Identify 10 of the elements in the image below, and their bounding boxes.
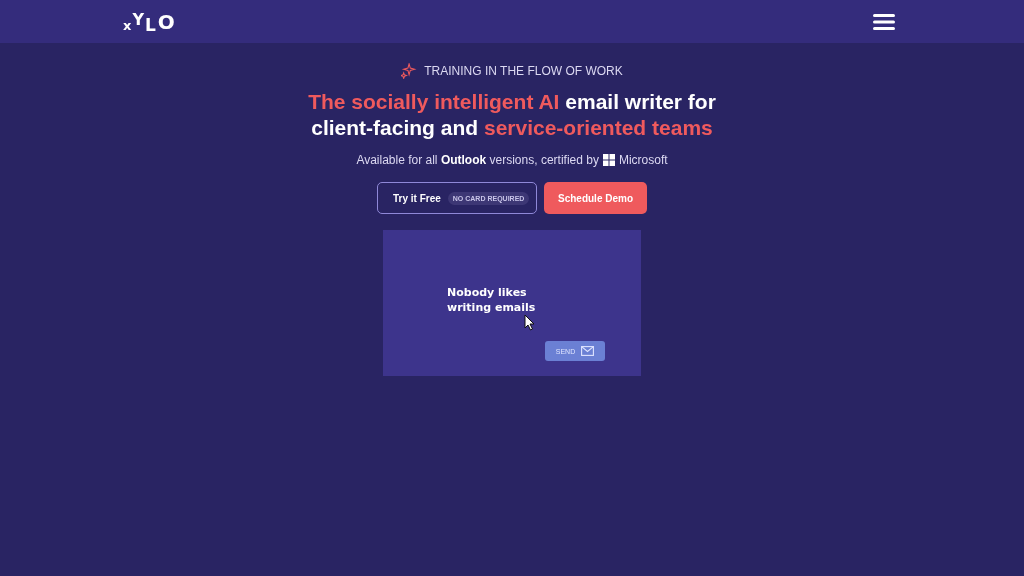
- menu-icon[interactable]: [873, 13, 895, 30]
- brand-name: Microsoft: [618, 153, 668, 167]
- headline: The socially intelligent AI email writer for client-facing and service-oriented teams: [307, 89, 717, 141]
- sparkle-icon: [401, 63, 418, 79]
- demo-message: Nobody likes writing emails: [447, 285, 537, 315]
- subtitle: Available for all Outlook versions, certified by: [356, 153, 599, 167]
- cursor-icon: [524, 314, 535, 331]
- envelope-icon: [581, 346, 595, 356]
- windows-logo-icon: [602, 154, 615, 166]
- eyebrow-text: TRAINING IN THE FLOW OF WORK: [424, 64, 623, 78]
